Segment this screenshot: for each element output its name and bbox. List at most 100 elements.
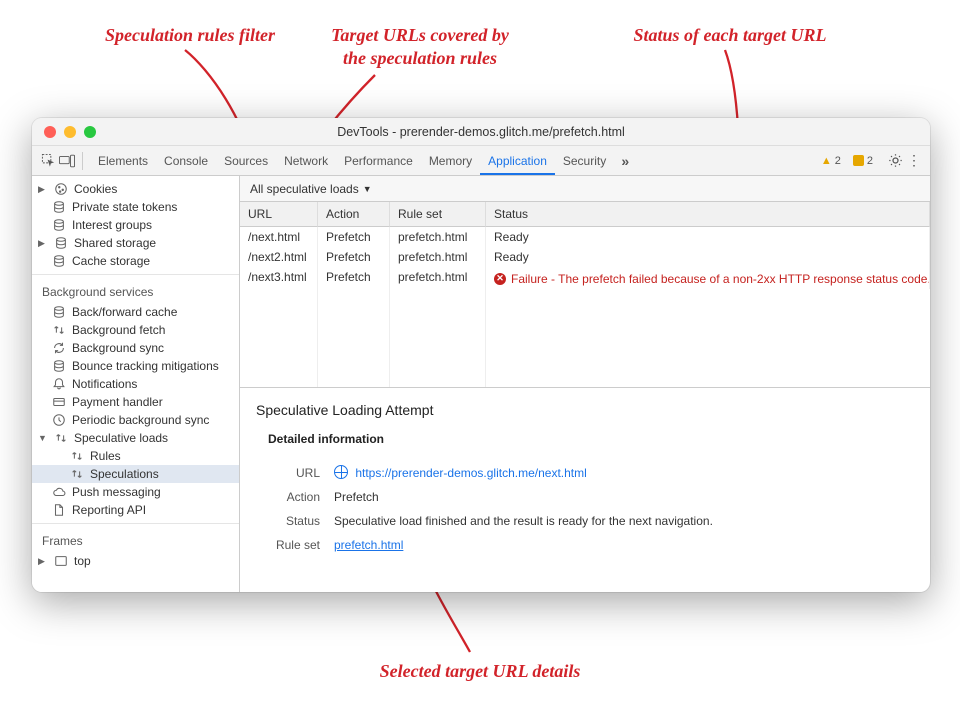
cell-action: Prefetch bbox=[318, 227, 390, 247]
warnings-badge[interactable]: ▲ 2 bbox=[821, 155, 841, 167]
sidebar-item-label: Push messaging bbox=[72, 485, 161, 499]
sidebar-item-notifications[interactable]: Notifications bbox=[32, 375, 239, 393]
sidebar-item-label: top bbox=[74, 554, 91, 568]
tab-application[interactable]: Application bbox=[480, 147, 555, 175]
detail-url-link[interactable]: https://prerender-demos.glitch.me/next.h… bbox=[355, 466, 586, 480]
sidebar-item-label: Bounce tracking mitigations bbox=[72, 359, 219, 373]
sidebar-item-label: Payment handler bbox=[72, 395, 163, 409]
annotation-filter: Speculation rules filter bbox=[70, 24, 310, 47]
sidebar-item-back-forward-cache[interactable]: Back/forward cache bbox=[32, 303, 239, 321]
close-window-button[interactable] bbox=[44, 126, 56, 138]
error-icon: ✕ bbox=[494, 273, 506, 285]
issue-icon bbox=[853, 155, 864, 166]
sidebar-item-label: Cookies bbox=[74, 182, 117, 196]
sidebar-item-bounce-tracking-mitigations[interactable]: Bounce tracking mitigations bbox=[32, 357, 239, 375]
updown-icon bbox=[52, 323, 66, 337]
sidebar-item-private-state-tokens[interactable]: Private state tokens bbox=[32, 198, 239, 216]
sidebar-item-speculative-loads[interactable]: ▼ Speculative loads bbox=[32, 429, 239, 447]
minimize-window-button[interactable] bbox=[64, 126, 76, 138]
sidebar-item-background-sync[interactable]: Background sync bbox=[32, 339, 239, 357]
inspect-icon[interactable] bbox=[40, 153, 56, 169]
warning-count: 2 bbox=[835, 155, 841, 167]
sidebar-item-speculations[interactable]: Speculations bbox=[32, 465, 239, 483]
sidebar-item-cookies[interactable]: ▶ Cookies bbox=[32, 180, 239, 198]
divider bbox=[82, 152, 83, 170]
detail-status-value: Speculative load finished and the result… bbox=[334, 514, 713, 528]
db-icon bbox=[52, 218, 66, 232]
disclosure-triangle-icon: ▶ bbox=[38, 556, 46, 567]
speculations-table: URL Action Rule set Status /next.htmlPre… bbox=[240, 202, 930, 388]
disclosure-triangle-icon: ▶ bbox=[38, 184, 46, 195]
table-header-row: URL Action Rule set Status bbox=[240, 202, 930, 227]
detail-status-label: Status bbox=[268, 514, 320, 528]
col-url[interactable]: URL bbox=[240, 202, 318, 227]
devtools-tabbar: ElementsConsoleSourcesNetworkPerformance… bbox=[32, 146, 930, 176]
detail-ruleset-label: Rule set bbox=[268, 538, 320, 552]
disclosure-triangle-icon: ▼ bbox=[38, 433, 46, 443]
tab-sources[interactable]: Sources bbox=[216, 147, 276, 175]
table-row[interactable]: /next.htmlPrefetchprefetch.htmlReady bbox=[240, 227, 930, 247]
speculation-filter-dropdown[interactable]: All speculative loads ▼ bbox=[250, 182, 372, 196]
sync-icon bbox=[52, 341, 66, 355]
sidebar-item-background-fetch[interactable]: Background fetch bbox=[32, 321, 239, 339]
sidebar-item-cache-storage[interactable]: Cache storage bbox=[32, 252, 239, 270]
sidebar-section-background-services: Background services bbox=[32, 279, 239, 303]
detail-ruleset-link[interactable]: prefetch.html bbox=[334, 538, 403, 552]
cell-action: Prefetch bbox=[318, 267, 390, 289]
cell-status: Ready bbox=[494, 250, 529, 264]
detail-heading: Speculative Loading Attempt bbox=[256, 402, 914, 418]
col-status[interactable]: Status bbox=[486, 202, 930, 227]
kebab-menu-icon[interactable]: ⋮ bbox=[906, 153, 922, 169]
sidebar-item-label: Notifications bbox=[72, 377, 137, 391]
sidebar-item-payment-handler[interactable]: Payment handler bbox=[32, 393, 239, 411]
sidebar-item-reporting-api[interactable]: Reporting API bbox=[32, 501, 239, 519]
sidebar-item-push-messaging[interactable]: Push messaging bbox=[32, 483, 239, 501]
warning-icon: ▲ bbox=[821, 155, 832, 167]
sidebar-item-rules[interactable]: Rules bbox=[32, 447, 239, 465]
sidebar-item-label: Speculations bbox=[90, 467, 159, 481]
cell-url: /next.html bbox=[240, 227, 318, 247]
cell-url: /next3.html bbox=[240, 267, 318, 289]
table-row[interactable]: /next3.htmlPrefetchprefetch.html✕Failure… bbox=[240, 267, 930, 289]
application-sidebar: ▶ Cookies Private state tokens Interest gro… bbox=[32, 176, 240, 592]
db-icon bbox=[52, 200, 66, 214]
sidebar-item-label: Background sync bbox=[72, 341, 164, 355]
col-action[interactable]: Action bbox=[318, 202, 390, 227]
tab-network[interactable]: Network bbox=[276, 147, 336, 175]
updown-icon bbox=[70, 467, 84, 481]
sidebar-item-label: Back/forward cache bbox=[72, 305, 177, 319]
tab-elements[interactable]: Elements bbox=[90, 147, 156, 175]
cell-url: /next2.html bbox=[240, 247, 318, 267]
annotation-details: Selected target URL details bbox=[340, 660, 620, 683]
tab-security[interactable]: Security bbox=[555, 147, 614, 175]
sidebar-item-label: Background fetch bbox=[72, 323, 165, 337]
detail-subheading: Detailed information bbox=[268, 432, 914, 446]
tab-performance[interactable]: Performance bbox=[336, 147, 421, 175]
more-tabs-icon[interactable]: » bbox=[617, 153, 633, 169]
globe-icon bbox=[334, 465, 348, 479]
cell-status: Ready bbox=[494, 230, 529, 244]
issue-count: 2 bbox=[867, 155, 873, 167]
doc-icon bbox=[52, 503, 66, 517]
sidebar-item-top[interactable]: ▶ top bbox=[32, 552, 239, 570]
sidebar-item-label: Rules bbox=[90, 449, 121, 463]
cell-status: Failure - The prefetch failed because of… bbox=[511, 272, 930, 286]
issues-badge[interactable]: 2 bbox=[853, 155, 873, 167]
device-toolbar-icon[interactable] bbox=[59, 153, 75, 169]
col-ruleset[interactable]: Rule set bbox=[390, 202, 486, 227]
db-icon bbox=[54, 236, 68, 250]
tab-console[interactable]: Console bbox=[156, 147, 216, 175]
db-icon bbox=[52, 359, 66, 373]
detail-action-label: Action bbox=[268, 490, 320, 504]
detail-action-value: Prefetch bbox=[334, 490, 379, 504]
sidebar-item-label: Speculative loads bbox=[74, 431, 168, 445]
window-title: DevTools - prerender-demos.glitch.me/pre… bbox=[32, 125, 930, 139]
maximize-window-button[interactable] bbox=[84, 126, 96, 138]
sidebar-item-shared-storage[interactable]: ▶Shared storage bbox=[32, 234, 239, 252]
sidebar-item-label: Private state tokens bbox=[72, 200, 177, 214]
sidebar-item-interest-groups[interactable]: Interest groups bbox=[32, 216, 239, 234]
settings-icon[interactable] bbox=[887, 153, 903, 169]
tab-memory[interactable]: Memory bbox=[421, 147, 480, 175]
table-row[interactable]: /next2.htmlPrefetchprefetch.htmlReady bbox=[240, 247, 930, 267]
sidebar-item-periodic-background-sync[interactable]: Periodic background sync bbox=[32, 411, 239, 429]
